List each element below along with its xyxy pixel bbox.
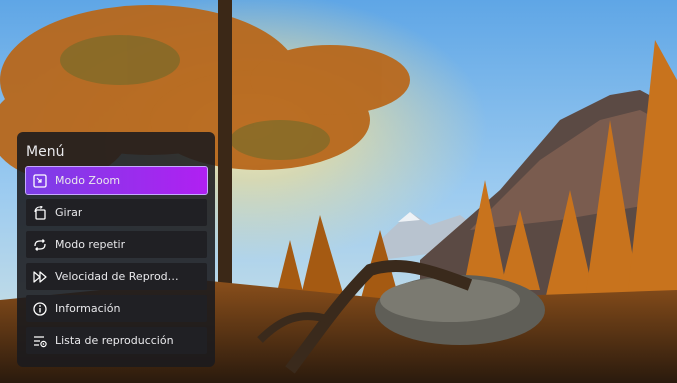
info-icon: [33, 301, 47, 316]
menu-item-playlist[interactable]: Lista de reproducción: [26, 327, 207, 354]
menu-item-information[interactable]: Información: [26, 295, 207, 322]
menu-item-label: Modo Zoom: [55, 174, 121, 187]
playlist-icon: [33, 334, 47, 348]
repeat-icon: [33, 238, 47, 252]
menu-item-label: Modo repetir: [55, 238, 126, 251]
zoom-mode-icon: [33, 173, 47, 188]
menu-item-label: Lista de reproducción: [55, 334, 174, 347]
fast-forward-icon: [33, 270, 47, 284]
menu-item-rotate[interactable]: Girar: [26, 199, 207, 226]
rotate-icon: [33, 205, 47, 220]
menu-item-label: Velocidad de Reprod…: [55, 270, 179, 283]
menu-item-label: Información: [55, 302, 121, 315]
menu-item-playback-speed[interactable]: Velocidad de Reprod…: [26, 263, 207, 290]
menu-title: Menú: [26, 144, 65, 160]
menu-item-zoom-mode[interactable]: Modo Zoom: [25, 166, 208, 195]
menu-panel: Menú Modo Zoom Girar Modo repetir Veloci…: [17, 132, 215, 367]
menu-item-repeat-mode[interactable]: Modo repetir: [26, 231, 207, 258]
menu-item-label: Girar: [55, 206, 83, 219]
